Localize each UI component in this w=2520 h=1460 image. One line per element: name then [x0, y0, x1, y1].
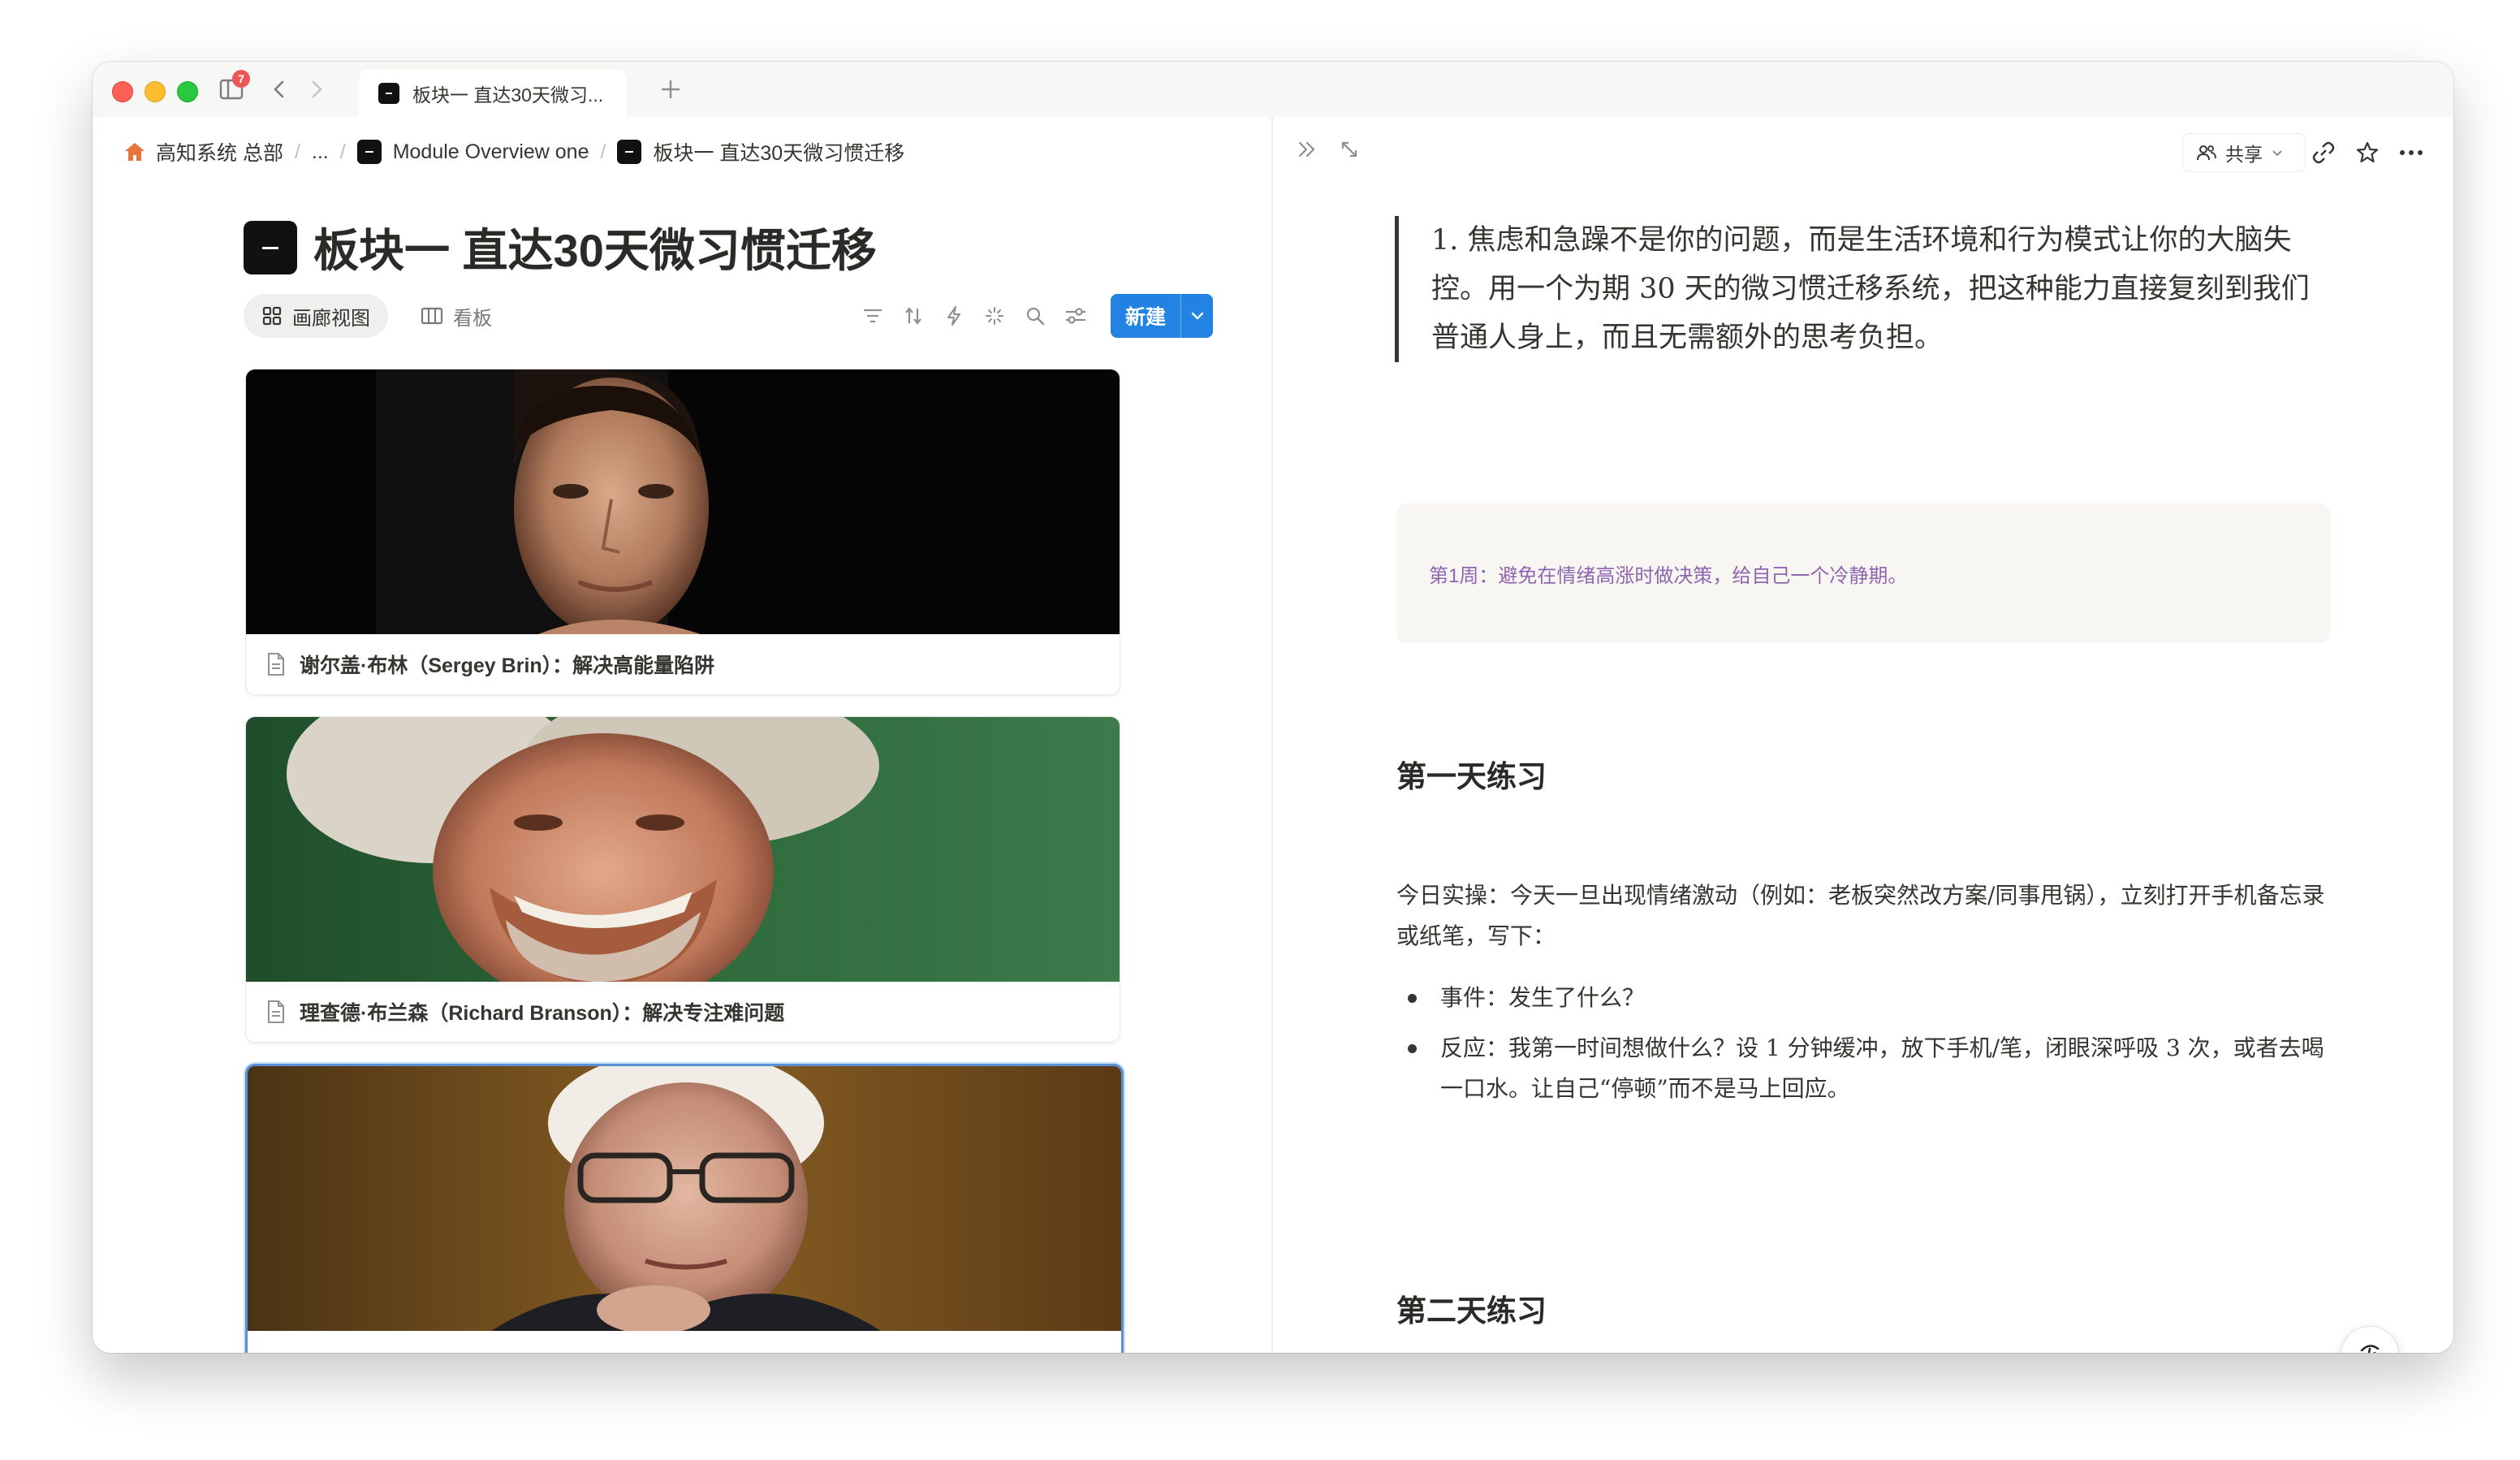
filter-icon[interactable]: [861, 304, 885, 328]
callout-block[interactable]: 第1周：避免在情绪高涨时做决策，给自己一个冷静期。: [1396, 503, 2330, 643]
day1-intro-paragraph[interactable]: 今日实操：今天一旦出现情绪激动（例如：老板突然改方案/同事甩锅），立刻打开手机备…: [1396, 875, 2330, 957]
gallery-grid-icon: [262, 306, 282, 326]
breadcrumb-separator: /: [600, 140, 606, 163]
expand-page-icon[interactable]: [1331, 132, 1367, 167]
forward-arrow-icon[interactable]: [300, 73, 333, 106]
app-window: 7 板块一 直达30天微习... 高知系统 总部 / ... / Module …: [93, 62, 2453, 1353]
breadcrumb-item-module[interactable]: Module Overview one: [351, 135, 596, 169]
breadcrumb-label: ...: [311, 140, 329, 163]
view-toolbar: 画廊视图 看板 新建: [244, 294, 1213, 338]
close-peek-double-chevron-icon[interactable]: [1289, 132, 1325, 167]
breadcrumb: 高知系统 总部 / ... / Module Overview one / 板块…: [117, 132, 911, 172]
card-cover-portrait: [246, 369, 1120, 634]
new-tab-plus-icon[interactable]: [653, 73, 688, 106]
card-title[interactable]: 理查德·布兰森（Richard Branson）：解决专注难问题: [246, 982, 1120, 1042]
page-icon: [617, 140, 642, 164]
card-caption-text: 理查德·布兰森（Richard Branson）：解决专注难问题: [300, 1002, 785, 1025]
page-icon: [356, 140, 382, 164]
tab-board-view[interactable]: 看板: [403, 294, 510, 338]
breadcrumb-label: 板块一 直达30天微习惯迁移: [653, 142, 905, 165]
zoom-window-button[interactable]: [177, 81, 198, 102]
ai-assistant-button[interactable]: [2341, 1327, 2398, 1353]
day2-heading[interactable]: 第二天练习: [1396, 1286, 1547, 1330]
browser-tab[interactable]: 板块一 直达30天微习...: [359, 70, 627, 117]
notification-badge: 7: [232, 70, 250, 88]
breadcrumb-item-current[interactable]: 板块一 直达30天微习惯迁移: [611, 132, 911, 171]
card-cover-portrait: [246, 717, 1120, 982]
breadcrumb-separator: /: [294, 140, 300, 163]
page-title-icon[interactable]: [244, 220, 297, 274]
close-window-button[interactable]: [112, 81, 133, 102]
gallery-card-selected[interactable]: [245, 1064, 1124, 1353]
quote-block[interactable]: 1. 焦虑和急躁不是你的问题，而是生活环境和行为模式让你的大脑失控。用一个为期 …: [1395, 216, 2320, 362]
page-preview-panel: 共享 1. 焦虑和急躁不是你的问题，而是生活环境和行为模式让你的大脑失控。用一个…: [1273, 117, 2453, 1353]
breadcrumb-separator: /: [339, 140, 346, 163]
callout-text: 第1周：避免在情绪高涨时做决策，给自己一个冷静期。: [1429, 564, 1908, 587]
page-title: 板块一 直达30天微习惯迁移: [244, 214, 877, 280]
gallery-card[interactable]: 理查德·布兰森（Richard Branson）：解决专注难问题: [245, 716, 1120, 1043]
title-bar: 7 板块一 直达30天微习...: [93, 62, 2453, 118]
automation-bolt-icon[interactable]: [942, 304, 966, 328]
chevron-down-icon: [2272, 150, 2282, 157]
day1-heading[interactable]: 第一天练习: [1396, 752, 1547, 796]
card-caption-text: 谢尔盖·布林（Sergey Brin）：解决高能量陷阱: [300, 654, 715, 677]
share-button[interactable]: 共享: [2182, 133, 2306, 172]
copy-link-icon[interactable]: [2307, 136, 2340, 169]
tab-gallery-view[interactable]: 画廊视图: [244, 294, 388, 338]
sort-icon[interactable]: [901, 304, 926, 328]
day1-bullet-list: 事件：发生了什么？ 反应：我第一时间想做什么？设 1 分钟缓冲，放下手机/笔，闭…: [1396, 978, 2330, 1119]
ai-sparkle-icon[interactable]: [982, 304, 1007, 328]
card-cover-portrait: [248, 1066, 1121, 1331]
breadcrumb-item-ellipsis[interactable]: ...: [305, 136, 335, 169]
board-columns-icon: [421, 307, 443, 325]
tab-label: 看板: [453, 307, 492, 330]
tab-title: 板块一 直达30天微习...: [412, 84, 604, 106]
card-title[interactable]: 谢尔盖·布林（Sergey Brin）：解决高能量陷阱: [246, 634, 1120, 694]
back-arrow-icon[interactable]: [263, 73, 296, 106]
document-icon: [268, 653, 284, 676]
home-icon: [125, 143, 145, 161]
list-item[interactable]: 事件：发生了什么？: [1396, 978, 2330, 1018]
database-panel: 高知系统 总部 / ... / Module Overview one / 板块…: [93, 117, 1271, 1353]
breadcrumb-label: Module Overview one: [392, 140, 589, 163]
breadcrumb-label: 高知系统 总部: [156, 142, 283, 165]
preview-toolbar: [1289, 132, 1374, 167]
tab-label: 画廊视图: [292, 307, 370, 330]
chevron-down-icon[interactable]: [1181, 311, 1213, 321]
page-title-text[interactable]: 板块一 直达30天微习惯迁移: [313, 214, 877, 280]
assistant-face-icon: [2360, 1345, 2380, 1353]
favorite-star-icon[interactable]: [2351, 136, 2384, 169]
more-options-icon[interactable]: [2395, 136, 2427, 169]
list-item[interactable]: 反应：我第一时间想做什么？设 1 分钟缓冲，放下手机/笔，闭眼深呼吸 3 次，或…: [1396, 1028, 2330, 1109]
minimize-window-button[interactable]: [145, 81, 166, 102]
breadcrumb-item-workspace[interactable]: 高知系统 总部: [117, 132, 290, 171]
new-entry-button[interactable]: 新建: [1111, 294, 1213, 338]
gallery-card[interactable]: 谢尔盖·布林（Sergey Brin）：解决高能量陷阱: [245, 369, 1120, 695]
share-label: 共享: [2225, 144, 2263, 165]
new-button-label: 新建: [1124, 306, 1166, 329]
view-settings-sliders-icon[interactable]: [1064, 304, 1088, 328]
document-icon: [268, 1000, 284, 1023]
search-icon[interactable]: [1023, 304, 1047, 328]
people-icon: [2197, 145, 2216, 161]
page-favicon-icon: [378, 83, 399, 104]
